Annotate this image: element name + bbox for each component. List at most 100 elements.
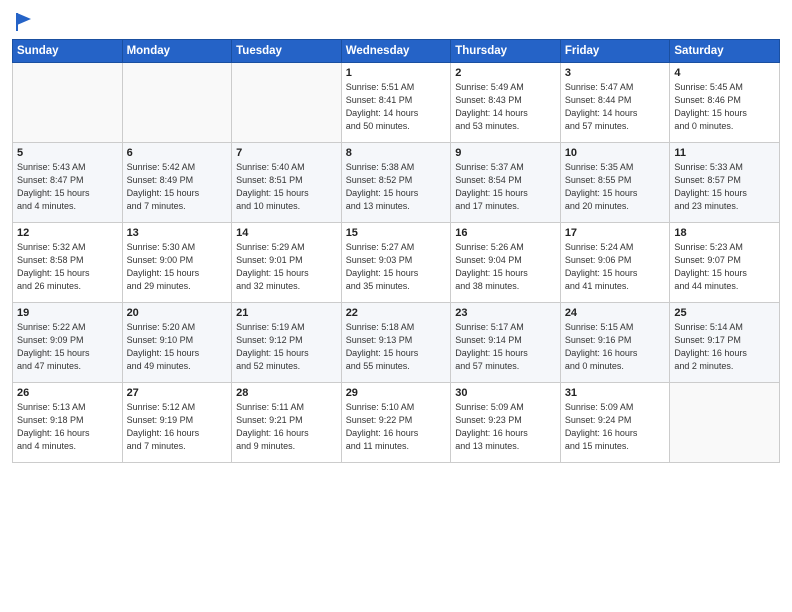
week-row-4: 19 Sunrise: 5:22 AM Sunset: 9:09 PM Dayli… <box>13 302 780 382</box>
logo-flag-icon <box>15 11 33 33</box>
day-number: 26 <box>17 387 118 399</box>
day-info: Sunrise: 5:09 AM Sunset: 9:24 PM Dayligh… <box>565 401 666 453</box>
calendar-page: SundayMondayTuesdayWednesdayThursdayFrid… <box>0 0 792 612</box>
day-cell: 8 Sunrise: 5:38 AM Sunset: 8:52 PM Daylig… <box>341 142 451 222</box>
week-row-3: 12 Sunrise: 5:32 AM Sunset: 8:58 PM Dayli… <box>13 222 780 302</box>
day-number: 17 <box>565 227 666 239</box>
day-cell: 23 Sunrise: 5:17 AM Sunset: 9:14 PM Dayli… <box>451 302 561 382</box>
day-info: Sunrise: 5:20 AM Sunset: 9:10 PM Dayligh… <box>127 321 228 373</box>
day-number: 16 <box>455 227 556 239</box>
day-cell: 19 Sunrise: 5:22 AM Sunset: 9:09 PM Dayli… <box>13 302 123 382</box>
day-number: 14 <box>236 227 337 239</box>
day-info: Sunrise: 5:49 AM Sunset: 8:43 PM Dayligh… <box>455 81 556 133</box>
day-info: Sunrise: 5:47 AM Sunset: 8:44 PM Dayligh… <box>565 81 666 133</box>
day-number: 7 <box>236 147 337 159</box>
day-info: Sunrise: 5:37 AM Sunset: 8:54 PM Dayligh… <box>455 161 556 213</box>
day-cell: 9 Sunrise: 5:37 AM Sunset: 8:54 PM Daylig… <box>451 142 561 222</box>
day-cell: 25Sunrise: 5:14 AM Sunset: 9:17 PM Dayli… <box>670 302 780 382</box>
day-cell: 20 Sunrise: 5:20 AM Sunset: 9:10 PM Dayli… <box>122 302 232 382</box>
day-number: 22 <box>346 307 447 319</box>
day-info: Sunrise: 5:23 AM Sunset: 9:07 PM Dayligh… <box>674 241 775 293</box>
day-cell: 26 Sunrise: 5:13 AM Sunset: 9:18 PM Dayli… <box>13 382 123 462</box>
day-number: 27 <box>127 387 228 399</box>
day-number: 30 <box>455 387 556 399</box>
day-info: Sunrise: 5:45 AM Sunset: 8:46 PM Dayligh… <box>674 81 775 133</box>
day-info: Sunrise: 5:09 AM Sunset: 9:23 PM Dayligh… <box>455 401 556 453</box>
day-number: 2 <box>455 67 556 79</box>
day-info: Sunrise: 5:35 AM Sunset: 8:55 PM Dayligh… <box>565 161 666 213</box>
week-row-1: 1 Sunrise: 5:51 AM Sunset: 8:41 PM Daylig… <box>13 62 780 142</box>
day-cell: 15Sunrise: 5:27 AM Sunset: 9:03 PM Dayli… <box>341 222 451 302</box>
day-number: 6 <box>127 147 228 159</box>
day-info: Sunrise: 5:51 AM Sunset: 8:41 PM Dayligh… <box>346 81 447 133</box>
day-info: Sunrise: 5:29 AM Sunset: 9:01 PM Dayligh… <box>236 241 337 293</box>
day-cell: 28Sunrise: 5:11 AM Sunset: 9:21 PM Dayli… <box>232 382 342 462</box>
day-number: 18 <box>674 227 775 239</box>
day-info: Sunrise: 5:18 AM Sunset: 9:13 PM Dayligh… <box>346 321 447 373</box>
weekday-header-saturday: Saturday <box>670 39 780 62</box>
day-number: 8 <box>346 147 447 159</box>
day-number: 24 <box>565 307 666 319</box>
day-info: Sunrise: 5:30 AM Sunset: 9:00 PM Dayligh… <box>127 241 228 293</box>
day-number: 9 <box>455 147 556 159</box>
day-number: 12 <box>17 227 118 239</box>
day-cell: 17 Sunrise: 5:24 AM Sunset: 9:06 PM Dayli… <box>560 222 670 302</box>
day-number: 29 <box>346 387 447 399</box>
day-number: 23 <box>455 307 556 319</box>
day-cell: 13 Sunrise: 5:30 AM Sunset: 9:00 PM Dayli… <box>122 222 232 302</box>
day-cell: 1 Sunrise: 5:51 AM Sunset: 8:41 PM Daylig… <box>341 62 451 142</box>
day-number: 15 <box>346 227 447 239</box>
weekday-header-monday: Monday <box>122 39 232 62</box>
calendar-table: SundayMondayTuesdayWednesdayThursdayFrid… <box>12 39 780 463</box>
day-cell: 3Sunrise: 5:47 AM Sunset: 8:44 PM Daylig… <box>560 62 670 142</box>
week-row-2: 5 Sunrise: 5:43 AM Sunset: 8:47 PM Daylig… <box>13 142 780 222</box>
day-number: 13 <box>127 227 228 239</box>
day-info: Sunrise: 5:15 AM Sunset: 9:16 PM Dayligh… <box>565 321 666 373</box>
day-cell: 24 Sunrise: 5:15 AM Sunset: 9:16 PM Dayli… <box>560 302 670 382</box>
logo <box>12 10 33 33</box>
day-cell: 22 Sunrise: 5:18 AM Sunset: 9:13 PM Dayli… <box>341 302 451 382</box>
day-number: 11 <box>674 147 775 159</box>
weekday-header-friday: Friday <box>560 39 670 62</box>
day-info: Sunrise: 5:13 AM Sunset: 9:18 PM Dayligh… <box>17 401 118 453</box>
day-cell: 12 Sunrise: 5:32 AM Sunset: 8:58 PM Dayli… <box>13 222 123 302</box>
weekday-header-row: SundayMondayTuesdayWednesdayThursdayFrid… <box>13 39 780 62</box>
day-cell: 29 Sunrise: 5:10 AM Sunset: 9:22 PM Dayli… <box>341 382 451 462</box>
day-cell: 18 Sunrise: 5:23 AM Sunset: 9:07 PM Dayli… <box>670 222 780 302</box>
day-number: 4 <box>674 67 775 79</box>
weekday-header-tuesday: Tuesday <box>232 39 342 62</box>
day-cell: 11 Sunrise: 5:33 AM Sunset: 8:57 PM Dayli… <box>670 142 780 222</box>
header <box>12 10 780 33</box>
day-info: Sunrise: 5:17 AM Sunset: 9:14 PM Dayligh… <box>455 321 556 373</box>
weekday-header-sunday: Sunday <box>13 39 123 62</box>
day-info: Sunrise: 5:40 AM Sunset: 8:51 PM Dayligh… <box>236 161 337 213</box>
day-info: Sunrise: 5:38 AM Sunset: 8:52 PM Dayligh… <box>346 161 447 213</box>
day-cell: 4 Sunrise: 5:45 AM Sunset: 8:46 PM Daylig… <box>670 62 780 142</box>
day-info: Sunrise: 5:19 AM Sunset: 9:12 PM Dayligh… <box>236 321 337 373</box>
day-info: Sunrise: 5:24 AM Sunset: 9:06 PM Dayligh… <box>565 241 666 293</box>
day-cell: 30 Sunrise: 5:09 AM Sunset: 9:23 PM Dayli… <box>451 382 561 462</box>
day-cell: 6 Sunrise: 5:42 AM Sunset: 8:49 PM Daylig… <box>122 142 232 222</box>
day-cell: 10Sunrise: 5:35 AM Sunset: 8:55 PM Dayli… <box>560 142 670 222</box>
day-info: Sunrise: 5:33 AM Sunset: 8:57 PM Dayligh… <box>674 161 775 213</box>
day-info: Sunrise: 5:26 AM Sunset: 9:04 PM Dayligh… <box>455 241 556 293</box>
day-cell: 21Sunrise: 5:19 AM Sunset: 9:12 PM Dayli… <box>232 302 342 382</box>
weekday-header-thursday: Thursday <box>451 39 561 62</box>
day-info: Sunrise: 5:10 AM Sunset: 9:22 PM Dayligh… <box>346 401 447 453</box>
day-info: Sunrise: 5:42 AM Sunset: 8:49 PM Dayligh… <box>127 161 228 213</box>
day-info: Sunrise: 5:32 AM Sunset: 8:58 PM Dayligh… <box>17 241 118 293</box>
day-cell: 31 Sunrise: 5:09 AM Sunset: 9:24 PM Dayli… <box>560 382 670 462</box>
day-info: Sunrise: 5:12 AM Sunset: 9:19 PM Dayligh… <box>127 401 228 453</box>
day-cell: 27 Sunrise: 5:12 AM Sunset: 9:19 PM Dayli… <box>122 382 232 462</box>
week-row-5: 26 Sunrise: 5:13 AM Sunset: 9:18 PM Dayli… <box>13 382 780 462</box>
day-number: 1 <box>346 67 447 79</box>
day-number: 31 <box>565 387 666 399</box>
day-number: 19 <box>17 307 118 319</box>
day-cell: 16 Sunrise: 5:26 AM Sunset: 9:04 PM Dayli… <box>451 222 561 302</box>
day-cell <box>232 62 342 142</box>
weekday-header-wednesday: Wednesday <box>341 39 451 62</box>
day-info: Sunrise: 5:22 AM Sunset: 9:09 PM Dayligh… <box>17 321 118 373</box>
day-number: 20 <box>127 307 228 319</box>
day-info: Sunrise: 5:43 AM Sunset: 8:47 PM Dayligh… <box>17 161 118 213</box>
day-number: 5 <box>17 147 118 159</box>
